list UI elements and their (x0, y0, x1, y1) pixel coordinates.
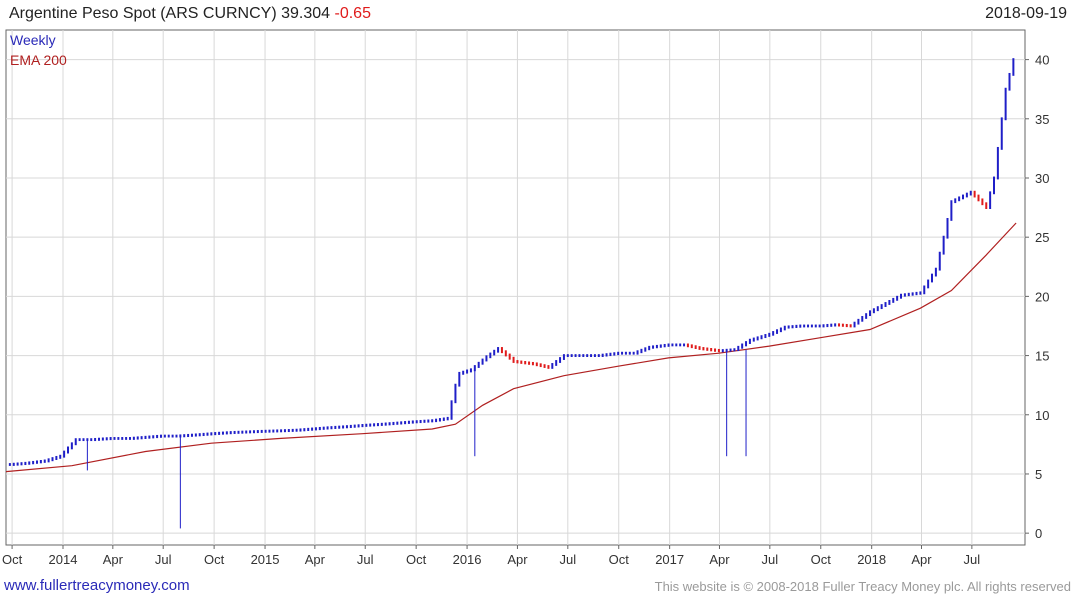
chart: Oct 2014 Apr Jul Oct 2015 Apr Jul Oct 2016 Apr Jul O… (2, 29, 1049, 567)
y-tick-label: 0 (1035, 526, 1042, 541)
x-tick-label: Jul (559, 552, 576, 567)
y-tick-label: 35 (1035, 112, 1049, 127)
y-tick-label: 20 (1035, 289, 1049, 304)
x-tick-label: Jul (762, 552, 779, 567)
last-price: 39.304 (281, 5, 331, 22)
y-tick-label: 15 (1035, 349, 1049, 364)
x-tick-label: 2014 (49, 552, 78, 567)
y-tick-label: 5 (1035, 467, 1042, 482)
x-tick-label: Apr (305, 552, 326, 567)
y-tick-label: 40 (1035, 53, 1049, 68)
x-axis: Oct 2014 Apr Jul Oct 2015 Apr Jul Oct 2016 Apr Jul O… (2, 545, 980, 567)
y-tick-label: 30 (1035, 171, 1049, 186)
x-tick-label: Oct (811, 552, 832, 567)
y-axis: 0 5 10 15 20 25 30 35 40 (1025, 53, 1049, 541)
x-tick-label: Jul (964, 552, 981, 567)
x-tick-label: Apr (911, 552, 932, 567)
x-tick-label: Oct (609, 552, 630, 567)
y-tick-label: 10 (1035, 408, 1049, 423)
price-change: -0.65 (334, 5, 371, 22)
x-tick-label: Apr (103, 552, 124, 567)
copyright-text: This website is © 2008-2018 Fuller Treac… (654, 579, 1071, 594)
legend-weekly: Weekly (10, 32, 56, 48)
x-tick-label: 2015 (251, 552, 280, 567)
chart-title: Argentine Peso Spot (ARS CURNCY) 39.304 … (9, 5, 371, 23)
x-tick-label: Jul (155, 552, 172, 567)
x-tick-label: Oct (204, 552, 225, 567)
x-tick-label: Jul (357, 552, 374, 567)
chart-date: 2018-09-19 (985, 5, 1067, 22)
instrument-name: Argentine Peso Spot (ARS CURNCY) (9, 5, 277, 22)
x-tick-label: 2016 (453, 552, 482, 567)
x-tick-label: Apr (709, 552, 730, 567)
x-tick-label: 2017 (655, 552, 684, 567)
legend-ema: EMA 200 (10, 52, 67, 68)
x-tick-label: 2018 (857, 552, 886, 567)
y-tick-label: 25 (1035, 230, 1049, 245)
site-link[interactable]: www.fullertreacymoney.com (4, 577, 190, 594)
x-tick-label: Oct (2, 552, 23, 567)
x-tick-label: Oct (406, 552, 427, 567)
x-tick-label: Apr (507, 552, 528, 567)
